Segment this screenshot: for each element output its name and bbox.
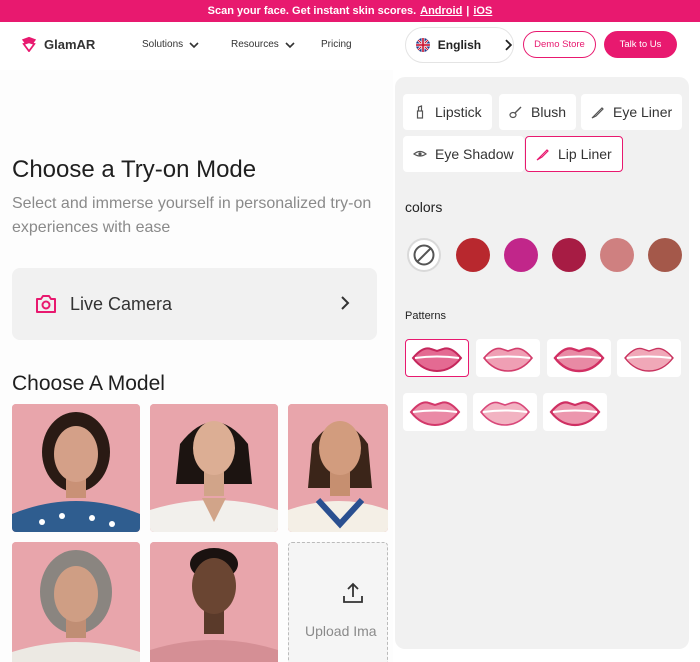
lips-icon	[549, 401, 601, 427]
top-nav: GlamAR Solutions Resources Pricing Engli…	[0, 22, 700, 68]
upload-image-button[interactable]: Upload Ima	[288, 542, 388, 662]
try-on-mode-panel: Choose a Try-on Mode Select and immerse …	[0, 70, 393, 662]
patterns-title: Patterns	[405, 310, 446, 322]
lip-pattern[interactable]	[405, 339, 469, 377]
lipstick-icon	[416, 105, 424, 119]
brand-name: GlamAR	[44, 36, 96, 52]
lips-icon	[409, 401, 461, 427]
lip-liner-icon	[536, 149, 549, 161]
color-swatch[interactable]	[600, 238, 634, 272]
uk-flag-icon	[416, 38, 430, 52]
category-blush-label: Blush	[531, 104, 567, 120]
model-tile[interactable]	[150, 542, 278, 662]
promo-banner: Scan your face. Get instant skin scores.…	[0, 0, 700, 22]
lip-pattern[interactable]	[476, 339, 540, 377]
lip-pattern[interactable]	[547, 339, 611, 377]
category-lip-liner[interactable]: Lip Liner	[525, 136, 623, 172]
category-eye-shadow[interactable]: Eye Shadow	[403, 136, 524, 172]
category-lipstick-label: Lipstick	[435, 104, 482, 120]
models-title: Choose A Model	[12, 372, 165, 395]
language-label: English	[437, 38, 482, 52]
nav-pricing-label: Pricing	[321, 39, 352, 50]
camera-icon	[36, 295, 56, 313]
model-tile[interactable]	[288, 404, 388, 532]
color-swatch[interactable]	[456, 238, 490, 272]
glamar-logo-icon	[21, 36, 37, 52]
color-swatch[interactable]	[504, 238, 538, 272]
lips-icon	[411, 347, 463, 373]
model-portrait	[288, 404, 388, 532]
lips-icon	[479, 401, 531, 426]
upload-label: Upload Ima	[305, 623, 377, 639]
category-lipstick[interactable]: Lipstick	[403, 94, 492, 130]
lips-icon	[553, 347, 605, 373]
eyeliner-icon	[591, 107, 604, 119]
android-link[interactable]: Android	[420, 5, 462, 17]
lip-pattern[interactable]	[473, 393, 537, 431]
lip-pattern[interactable]	[543, 393, 607, 431]
no-color-icon	[413, 244, 435, 266]
model-portrait	[12, 404, 140, 532]
live-camera-button[interactable]: Live Camera	[12, 268, 377, 340]
nav-resources[interactable]: Resources	[231, 39, 295, 50]
makeup-panel: Lipstick Blush Eye Liner Eye Shadow Lip …	[395, 77, 689, 649]
category-lip-liner-label: Lip Liner	[558, 146, 612, 162]
color-swatch[interactable]	[552, 238, 586, 272]
category-eye-liner-label: Eye Liner	[613, 104, 673, 120]
banner-separator: |	[466, 5, 470, 17]
live-camera-label: Live Camera	[70, 293, 173, 314]
chevron-right-icon	[341, 296, 350, 310]
colors-title: colors	[405, 199, 443, 215]
chevron-right-icon	[505, 39, 513, 51]
category-blush[interactable]: Blush	[499, 94, 577, 130]
chevron-down-icon	[285, 41, 295, 48]
talk-to-us-button[interactable]: Talk to Us	[604, 31, 677, 58]
model-portrait	[12, 542, 140, 662]
model-tile[interactable]	[12, 404, 140, 532]
chevron-down-icon	[189, 41, 199, 48]
model-tile[interactable]	[12, 542, 140, 662]
category-eye-liner[interactable]: Eye Liner	[581, 94, 683, 130]
demo-store-button[interactable]: Demo Store	[523, 31, 596, 58]
nav-solutions[interactable]: Solutions	[142, 39, 199, 50]
nav-pricing[interactable]: Pricing	[321, 39, 352, 50]
lip-pattern[interactable]	[617, 339, 681, 377]
eye-shadow-icon	[413, 150, 427, 157]
banner-text: Scan your face. Get instant skin scores.	[207, 5, 417, 17]
upload-icon	[343, 582, 363, 603]
page-title: Choose a Try-on Mode	[12, 156, 257, 183]
category-eye-shadow-label: Eye Shadow	[435, 146, 514, 162]
nav-resources-label: Resources	[231, 39, 279, 50]
nav-solutions-label: Solutions	[142, 39, 184, 50]
color-swatch-none[interactable]	[407, 238, 441, 272]
lip-pattern[interactable]	[403, 393, 467, 431]
model-portrait	[150, 404, 278, 532]
lips-icon	[482, 347, 534, 372]
model-portrait	[150, 542, 278, 662]
page-subtitle: Select and immerse yourself in personali…	[12, 195, 372, 236]
blush-brush-icon	[509, 106, 522, 119]
color-swatch[interactable]	[648, 238, 682, 272]
lips-icon	[624, 347, 674, 372]
brand-logo[interactable]: GlamAR	[20, 36, 95, 52]
ios-link[interactable]: iOS	[473, 5, 492, 17]
language-selector[interactable]: English	[405, 27, 514, 63]
model-tile[interactable]	[150, 404, 278, 532]
